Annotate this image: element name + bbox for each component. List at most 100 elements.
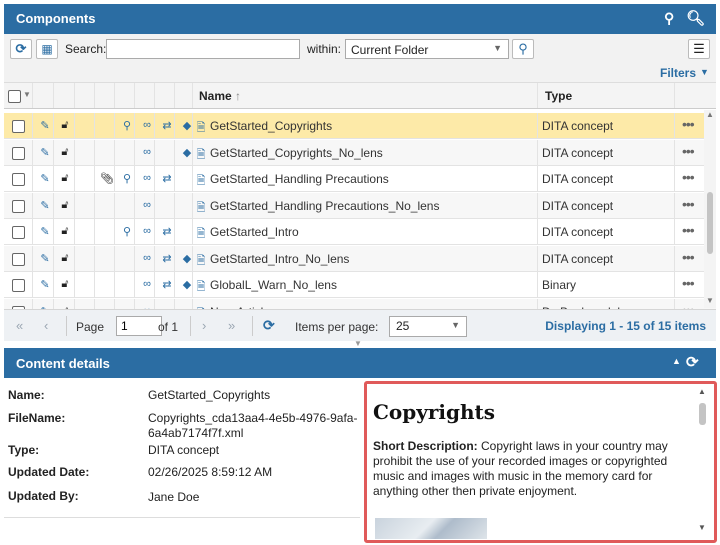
link-icon[interactable]: ∞ bbox=[140, 225, 154, 237]
link-icon[interactable]: ∞ bbox=[140, 146, 154, 158]
resize-handle-icon[interactable]: ▼ bbox=[354, 339, 362, 348]
row-checkbox[interactable] bbox=[12, 252, 25, 266]
unlock-icon[interactable]: 🔓︎ bbox=[58, 225, 72, 238]
row-name[interactable]: GetStarted_Copyrights_No_lens bbox=[210, 146, 383, 160]
row-actions-icon[interactable]: ••• bbox=[682, 143, 695, 159]
unlock-icon[interactable]: 🔓︎ bbox=[58, 278, 72, 291]
tag-icon[interactable]: ◆ bbox=[180, 119, 194, 132]
row-type: DITA concept bbox=[542, 119, 614, 133]
unlock-icon[interactable]: 🔓︎ bbox=[58, 172, 72, 185]
within-label: within: bbox=[307, 42, 342, 56]
grid-view-button[interactable]: ▦ bbox=[36, 39, 58, 59]
table-row[interactable]: ✎ 🔓︎ ∞ ⇄ ◆ 🗎 GetStarted_Intro_No_lens DITA conc… bbox=[4, 245, 716, 272]
row-actions-icon[interactable]: ••• bbox=[682, 249, 695, 265]
row-actions-icon[interactable]: ••• bbox=[682, 302, 695, 310]
link-icon[interactable]: ∞ bbox=[140, 252, 154, 264]
next-page-icon[interactable]: › bbox=[202, 318, 206, 333]
select-all-checkbox[interactable] bbox=[8, 90, 21, 103]
pencil-icon[interactable]: ✎ bbox=[38, 278, 52, 291]
items-per-page-select[interactable]: 25 ▼ bbox=[389, 316, 467, 337]
pencil-icon[interactable]: ✎ bbox=[38, 146, 52, 159]
scroll-up-icon[interactable]: ▲ bbox=[698, 387, 706, 396]
column-header-name[interactable]: Name ↑ bbox=[199, 89, 241, 103]
row-checkbox[interactable] bbox=[12, 199, 25, 213]
sync-icon[interactable]: ⇄ bbox=[160, 252, 174, 265]
refresh-button[interactable]: ⟳ bbox=[10, 39, 32, 59]
sync-icon[interactable]: ⇄ bbox=[160, 225, 174, 238]
content-preview[interactable]: Copyrights Short Description: Copyright … bbox=[368, 385, 713, 539]
row-name[interactable]: GetStarted_Intro bbox=[210, 225, 299, 239]
scroll-down-icon[interactable]: ▼ bbox=[706, 296, 714, 305]
row-type: DITA concept bbox=[542, 225, 614, 239]
link-icon[interactable]: ∞ bbox=[140, 199, 154, 211]
row-name[interactable]: GetStarted_Intro_No_lens bbox=[210, 252, 349, 266]
unlock-icon[interactable]: 🔓︎ bbox=[58, 252, 72, 265]
row-actions-icon[interactable]: ••• bbox=[682, 116, 695, 132]
row-name[interactable]: GetStarted_Copyrights bbox=[210, 119, 332, 133]
row-checkbox[interactable] bbox=[12, 279, 25, 292]
sync-icon[interactable]: ⇄ bbox=[160, 119, 174, 132]
sync-icon[interactable]: ⇄ bbox=[160, 172, 174, 185]
details-refresh-icon[interactable]: ⟳ bbox=[686, 353, 699, 371]
page-input[interactable] bbox=[116, 316, 162, 336]
menu-button[interactable]: ☰ bbox=[688, 39, 710, 59]
binoculars-icon[interactable]: ⚲ bbox=[120, 119, 134, 132]
table-row[interactable]: ✎ 🔓︎ ⚲ ∞ ⇄ ◆ 🗎 GetStarted_Copyrights DITA concep… bbox=[4, 113, 716, 139]
table-row[interactable]: ✎ 🔓︎ ∞ 🗎 GetStarted_Handling Precautions_No_… bbox=[4, 192, 716, 219]
column-header-type[interactable]: Type bbox=[545, 89, 572, 103]
pager-refresh-icon[interactable]: ⟳ bbox=[263, 317, 275, 334]
pencil-icon[interactable]: ✎ bbox=[38, 119, 52, 132]
pencil-icon[interactable]: ✎ bbox=[38, 172, 52, 185]
tag-icon[interactable]: ◆ bbox=[180, 146, 194, 159]
row-actions-icon[interactable]: ••• bbox=[682, 275, 695, 291]
unlock-icon[interactable]: 🔓︎ bbox=[58, 146, 72, 159]
unlock-icon[interactable]: 🔓︎ bbox=[58, 119, 72, 132]
binoculars-icon[interactable]: ⚲ bbox=[120, 172, 134, 185]
scroll-up-icon[interactable]: ▲ bbox=[706, 110, 714, 119]
link-icon[interactable]: ∞ bbox=[140, 119, 154, 131]
preview-scrollbar-thumb[interactable] bbox=[699, 403, 706, 425]
row-checkbox[interactable] bbox=[12, 120, 25, 133]
prev-page-icon[interactable]: ‹ bbox=[44, 318, 48, 333]
binoculars-icon[interactable]: ⚲ bbox=[664, 10, 674, 27]
unlock-icon[interactable]: 🔓︎ bbox=[58, 199, 72, 212]
tag-icon[interactable]: ◆ bbox=[180, 252, 194, 265]
row-name[interactable]: GetStarted_Handling Precautions_No_lens bbox=[210, 199, 439, 213]
table-row[interactable]: ✎ 🔓︎ ⚲ ∞ ⇄ 🗎 GetStarted_Intro DITA concept ••• bbox=[4, 219, 716, 245]
first-page-icon[interactable]: « bbox=[16, 318, 23, 333]
paperclip-icon[interactable]: 📎︎ bbox=[100, 172, 114, 185]
row-checkbox[interactable] bbox=[12, 226, 25, 239]
table-row[interactable]: ✎ 🔓︎ ∞ ⇄ ◆ 🗎 GlobalL_Warn_No_lens Binary ••• bbox=[4, 272, 716, 298]
select-all-caret-icon[interactable]: ▼ bbox=[23, 90, 31, 99]
scroll-down-icon[interactable]: ▼ bbox=[698, 523, 706, 532]
table-row[interactable]: ✎ 🔓︎ ∞ ◆ 🗎 GetStarted_Copyrights_No_lens DITA … bbox=[4, 139, 716, 166]
filters-toggle[interactable]: Filters ▼ bbox=[4, 64, 716, 82]
last-page-icon[interactable]: » bbox=[228, 318, 235, 333]
pencil-icon[interactable]: ✎ bbox=[38, 252, 52, 265]
row-actions-icon[interactable]: ••• bbox=[682, 222, 695, 238]
within-select[interactable]: Current Folder ▼ bbox=[345, 39, 509, 59]
table-scrollbar[interactable]: ▲ ▼ bbox=[704, 110, 716, 308]
row-checkbox[interactable] bbox=[12, 146, 25, 160]
table-row[interactable]: ✎🔓︎∞🗎New ArticleDv Bookmodule••• bbox=[4, 298, 716, 310]
pencil-icon[interactable]: ✎ bbox=[38, 199, 52, 212]
link-icon[interactable]: ∞ bbox=[140, 172, 154, 184]
scrollbar-thumb[interactable] bbox=[707, 192, 713, 254]
zoom-search-icon[interactable]: 🔍︎ bbox=[686, 9, 705, 27]
row-actions-icon[interactable]: ••• bbox=[682, 196, 695, 212]
row-checkbox[interactable] bbox=[12, 173, 25, 186]
row-name[interactable]: GetStarted_Handling Precautions bbox=[210, 172, 389, 186]
row-actions-icon[interactable]: ••• bbox=[682, 169, 695, 185]
preview-scrollbar[interactable]: ▲ ▼ bbox=[696, 387, 708, 537]
collapse-icon[interactable]: ▲ bbox=[672, 356, 681, 366]
pencil-icon[interactable]: ✎ bbox=[38, 225, 52, 238]
table-row[interactable]: ✎ 🔓︎ 📎︎ ⚲ ∞ ⇄ 🗎 GetStarted_Handling Precautions… bbox=[4, 166, 716, 192]
row-type: DITA concept bbox=[542, 172, 614, 186]
row-name[interactable]: GlobalL_Warn_No_lens bbox=[210, 278, 337, 292]
tag-icon[interactable]: ◆ bbox=[180, 278, 194, 291]
search-button[interactable]: ⚲ bbox=[512, 39, 534, 59]
link-icon[interactable]: ∞ bbox=[140, 278, 154, 290]
binoculars-icon[interactable]: ⚲ bbox=[120, 225, 134, 238]
sync-icon[interactable]: ⇄ bbox=[160, 278, 174, 291]
search-input[interactable] bbox=[106, 39, 300, 59]
